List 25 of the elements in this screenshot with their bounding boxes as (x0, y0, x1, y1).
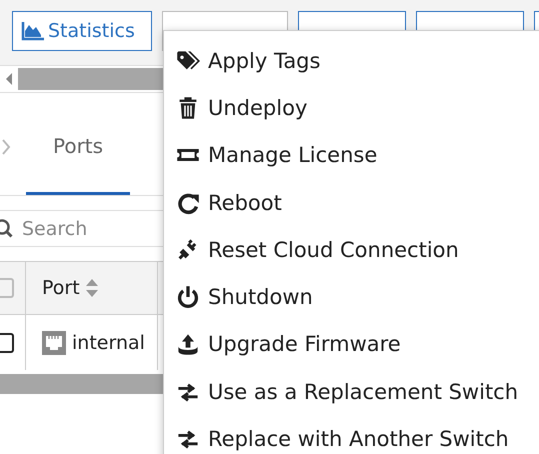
redo-arrow-icon (176, 190, 200, 215)
select-all-checkbox[interactable] (0, 278, 14, 298)
sort-icon[interactable] (86, 279, 98, 297)
menu-item[interactable]: Reboot (164, 178, 539, 226)
column-header[interactable]: Port (42, 277, 80, 299)
menu-item[interactable]: Shutdown (164, 273, 539, 321)
scroll-left-icon[interactable] (6, 73, 12, 85)
menu-item[interactable]: Undeploy (164, 84, 539, 132)
chevron-icon[interactable] (0, 139, 12, 155)
toolbar-button[interactable]: Statistics (12, 11, 152, 51)
row-checkbox[interactable] (0, 332, 14, 352)
search-field[interactable]: Search (20, 216, 154, 240)
menu-item[interactable]: Apply Tags (164, 37, 539, 84)
table-cell: internal (72, 332, 145, 354)
power-icon (176, 285, 200, 310)
menu-item[interactable]: Manage License (164, 132, 539, 179)
ethernet-port-icon (42, 330, 66, 354)
tab[interactable]: Ports (26, 99, 130, 195)
search-icon (0, 218, 14, 240)
menu-item[interactable]: Upgrade Firmware (164, 320, 539, 368)
menu-item[interactable]: Reset Cloud Connection (164, 226, 539, 274)
upload-icon (176, 332, 200, 356)
area-chart-icon (21, 21, 45, 41)
menu-item[interactable]: Use as a Replacement Switch (164, 368, 539, 416)
menu-item[interactable]: Replace with Another Switch (164, 415, 539, 454)
